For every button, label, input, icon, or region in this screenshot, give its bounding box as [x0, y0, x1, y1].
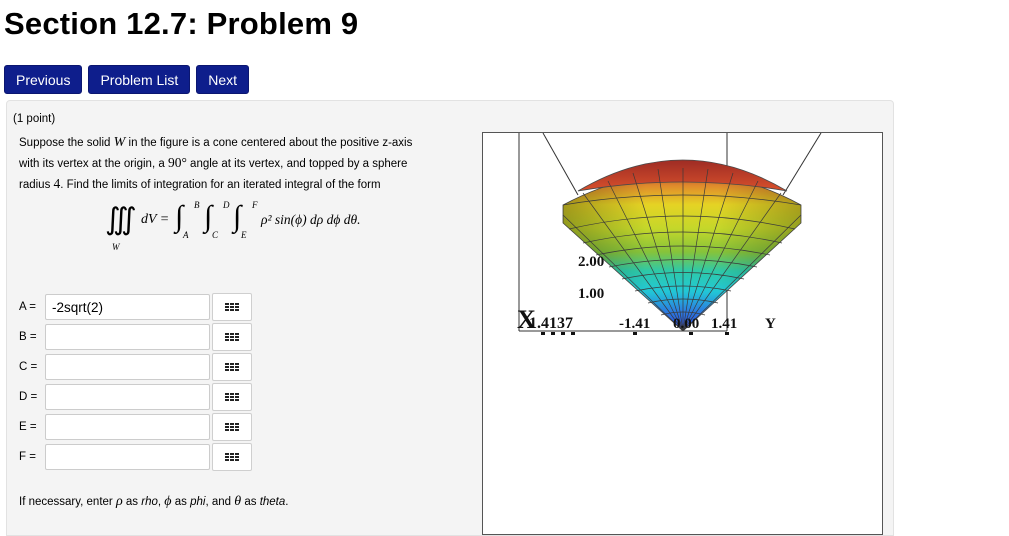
page-title: Section 12.7: Problem 9 [4, 6, 359, 41]
vertex-angle: 90° [167, 155, 187, 170]
integrand: ρ² sin(ϕ) dρ dϕ dθ. [261, 212, 361, 227]
entry-instructions: If necessary, enter ρ as rho, ϕ as phi, … [19, 494, 289, 509]
x-tick-overlap-label: 1.4137 [529, 315, 573, 332]
problem-navigation: Previous Problem List Next [4, 65, 255, 94]
equation-editor-icon[interactable] [212, 293, 252, 321]
equation-editor-icon[interactable] [212, 353, 252, 381]
limit-a: A [183, 230, 189, 240]
integral-formula: ∭ W dV = ∫ B A ∫ D C ∫ F E ρ² sin(ϕ) dρ … [105, 200, 405, 260]
next-button[interactable]: Next [196, 65, 250, 94]
answer-label: B = [19, 331, 37, 343]
answer-label: D = [19, 391, 38, 403]
limit-f: F [252, 200, 258, 210]
box-edge-line [782, 133, 822, 196]
answer-b-input[interactable] [45, 324, 210, 350]
phi-symbol: ϕ [164, 494, 172, 509]
statement-text: angle at its vertex, and topped by a sph… [190, 158, 408, 170]
answer-row-b: B = [19, 323, 252, 351]
answer-row-a: A = [19, 293, 252, 321]
problem-list-button[interactable]: Problem List [88, 65, 191, 94]
problem-points: (1 point) [13, 113, 56, 125]
limit-d: D [223, 200, 230, 210]
integral-sign-middle: ∫ [204, 200, 213, 233]
rho-word: rho [141, 496, 158, 508]
answer-c-input[interactable] [45, 354, 210, 380]
region-label: W [112, 242, 120, 252]
equation-editor-icon[interactable] [212, 323, 252, 351]
answer-a-input[interactable] [45, 294, 210, 320]
statement-text: Suppose the solid [19, 137, 111, 149]
answer-d-input[interactable] [45, 384, 210, 410]
answer-label: A = [19, 301, 36, 313]
solid-variable: W [113, 135, 126, 150]
statement-text: . Find the limits of integration for an … [60, 179, 381, 191]
limit-c: C [212, 230, 219, 240]
cone-figure: 2.00 1.00 X 1.4137 -1.41 0.00 1.41 Y [482, 132, 883, 535]
statement-text: radius [19, 179, 51, 191]
rho-symbol: ρ [115, 494, 123, 509]
statement-text: with its vertex at the origin, a [19, 158, 165, 170]
box-edge-line [542, 133, 579, 196]
answer-label: C = [19, 361, 38, 373]
triple-integral-sign: ∭ [105, 203, 137, 236]
y-tick-label: -1.41 [619, 316, 650, 332]
axis-tick-marks [541, 332, 729, 335]
problem-statement: Suppose the solid W in the figure is a c… [19, 133, 459, 195]
limit-b: B [194, 200, 200, 210]
answer-row-f: F = [19, 443, 252, 471]
answer-row-e: E = [19, 413, 252, 441]
answer-row-d: D = [19, 383, 252, 411]
theta-symbol: θ [234, 494, 242, 509]
answer-e-input[interactable] [45, 414, 210, 440]
dv-label: dV = [141, 212, 170, 227]
previous-button[interactable]: Previous [4, 65, 83, 94]
limit-e: E [241, 230, 247, 240]
equation-editor-icon[interactable] [212, 383, 252, 411]
integral-sign-outer: ∫ [175, 200, 184, 233]
y-tick-label: 1.41 [711, 316, 737, 332]
answer-row-c: C = [19, 353, 252, 381]
cone-plot: 2.00 1.00 X 1.4137 -1.41 0.00 1.41 Y [517, 133, 822, 335]
theta-word: theta [259, 496, 286, 508]
equation-editor-icon[interactable] [212, 413, 252, 441]
z-tick-label: 2.00 [578, 254, 604, 270]
answer-f-input[interactable] [45, 444, 210, 470]
phi-word: phi [190, 496, 206, 508]
statement-text: in the figure is a cone centered about t… [128, 137, 413, 149]
cone-shading [563, 173, 801, 331]
equation-editor-icon[interactable] [212, 443, 252, 471]
answer-label: E = [19, 421, 37, 433]
answer-label: F = [19, 451, 36, 463]
y-tick-label: 0.00 [673, 316, 699, 332]
integral-sign-inner: ∫ [233, 200, 242, 233]
y-axis-label: Y [765, 316, 776, 332]
z-tick-label: 1.00 [578, 286, 604, 302]
